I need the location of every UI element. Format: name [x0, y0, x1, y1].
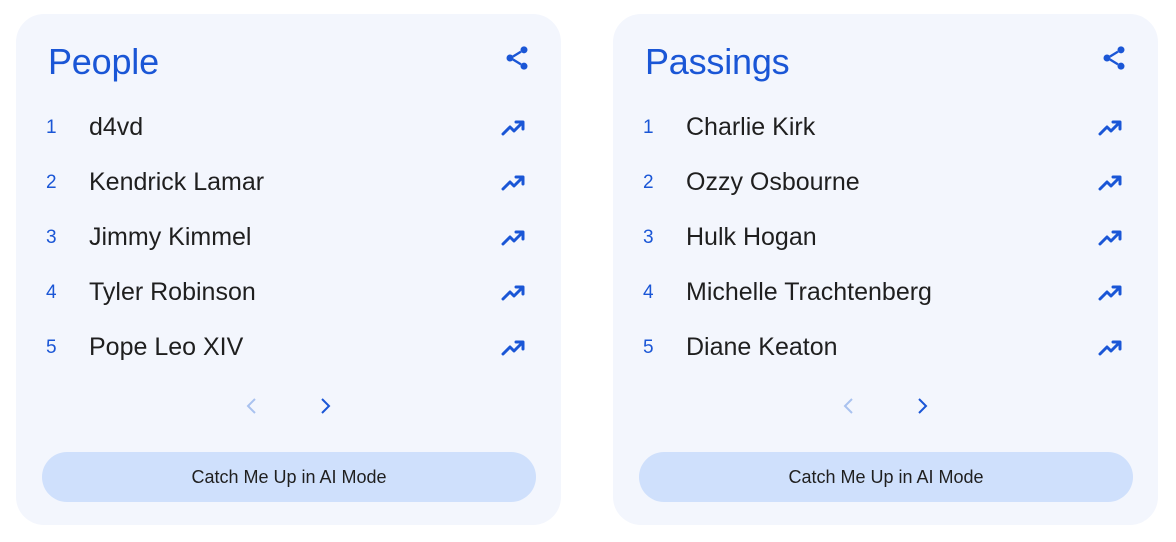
item-name: Kendrick Lamar — [89, 168, 265, 196]
trending-up-icon — [501, 339, 527, 357]
share-icon — [506, 46, 528, 70]
rank-number: 1 — [643, 116, 654, 138]
passings-card: Passings 1 Charlie Kirk 2 Ozzy Osbourne — [613, 14, 1158, 525]
trending-up-icon — [1098, 229, 1124, 247]
catch-me-up-button[interactable]: Catch Me Up in AI Mode — [639, 452, 1133, 502]
trending-up-icon — [1098, 339, 1124, 357]
rank-number: 4 — [46, 281, 57, 303]
next-page-button[interactable] — [313, 392, 337, 420]
rank-number: 5 — [46, 336, 57, 358]
chevron-right-icon — [321, 398, 331, 414]
card-title: Passings — [645, 41, 790, 82]
previous-page-button[interactable] — [240, 392, 264, 420]
rank-number: 1 — [46, 116, 57, 138]
trending-list: 1 d4vd 2 Kendrick Lamar 3 Jimmy Kimmel 4… — [16, 100, 561, 375]
list-item[interactable]: 3 Hulk Hogan — [613, 210, 1158, 265]
item-name: Hulk Hogan — [686, 223, 817, 251]
list-item[interactable]: 2 Ozzy Osbourne — [613, 155, 1158, 210]
pagination — [16, 392, 561, 420]
list-item[interactable]: 1 d4vd — [16, 100, 561, 155]
trending-up-icon — [501, 119, 527, 137]
rank-number: 2 — [46, 171, 57, 193]
list-item[interactable]: 3 Jimmy Kimmel — [16, 210, 561, 265]
list-item[interactable]: 2 Kendrick Lamar — [16, 155, 561, 210]
trending-cards: People 1 d4vd 2 Kendrick Lamar 3 Jimmy K… — [0, 0, 1176, 542]
list-item[interactable]: 5 Pope Leo XIV — [16, 320, 561, 375]
chevron-left-icon — [843, 398, 853, 414]
trending-up-icon — [501, 174, 527, 192]
people-card: People 1 d4vd 2 Kendrick Lamar 3 Jimmy K… — [16, 14, 561, 525]
rank-number: 3 — [46, 226, 57, 248]
rank-number: 3 — [643, 226, 654, 248]
rank-number: 4 — [643, 281, 654, 303]
item-name: d4vd — [89, 113, 144, 141]
item-name: Jimmy Kimmel — [89, 223, 252, 251]
trending-list: 1 Charlie Kirk 2 Ozzy Osbourne 3 Hulk Ho… — [613, 100, 1158, 375]
share-icon — [1103, 46, 1125, 70]
trending-up-icon — [1098, 174, 1124, 192]
item-name: Charlie Kirk — [686, 113, 816, 141]
chevron-right-icon — [918, 398, 928, 414]
trending-up-icon — [1098, 119, 1124, 137]
share-button[interactable] — [1098, 42, 1130, 74]
chevron-left-icon — [246, 398, 256, 414]
item-name: Michelle Trachtenberg — [686, 278, 932, 306]
list-item[interactable]: 4 Michelle Trachtenberg — [613, 265, 1158, 320]
next-page-button[interactable] — [910, 392, 934, 420]
item-name: Tyler Robinson — [89, 278, 256, 306]
catch-me-up-button[interactable]: Catch Me Up in AI Mode — [42, 452, 536, 502]
pagination — [613, 392, 1158, 420]
trending-up-icon — [501, 284, 527, 302]
item-name: Pope Leo XIV — [89, 333, 244, 361]
previous-page-button[interactable] — [837, 392, 861, 420]
share-button[interactable] — [501, 42, 533, 74]
rank-number: 5 — [643, 336, 654, 358]
rank-number: 2 — [643, 171, 654, 193]
list-item[interactable]: 1 Charlie Kirk — [613, 100, 1158, 155]
item-name: Diane Keaton — [686, 333, 838, 361]
list-item[interactable]: 5 Diane Keaton — [613, 320, 1158, 375]
trending-up-icon — [1098, 284, 1124, 302]
item-name: Ozzy Osbourne — [686, 168, 860, 196]
card-title: People — [48, 41, 159, 82]
trending-up-icon — [501, 229, 527, 247]
list-item[interactable]: 4 Tyler Robinson — [16, 265, 561, 320]
